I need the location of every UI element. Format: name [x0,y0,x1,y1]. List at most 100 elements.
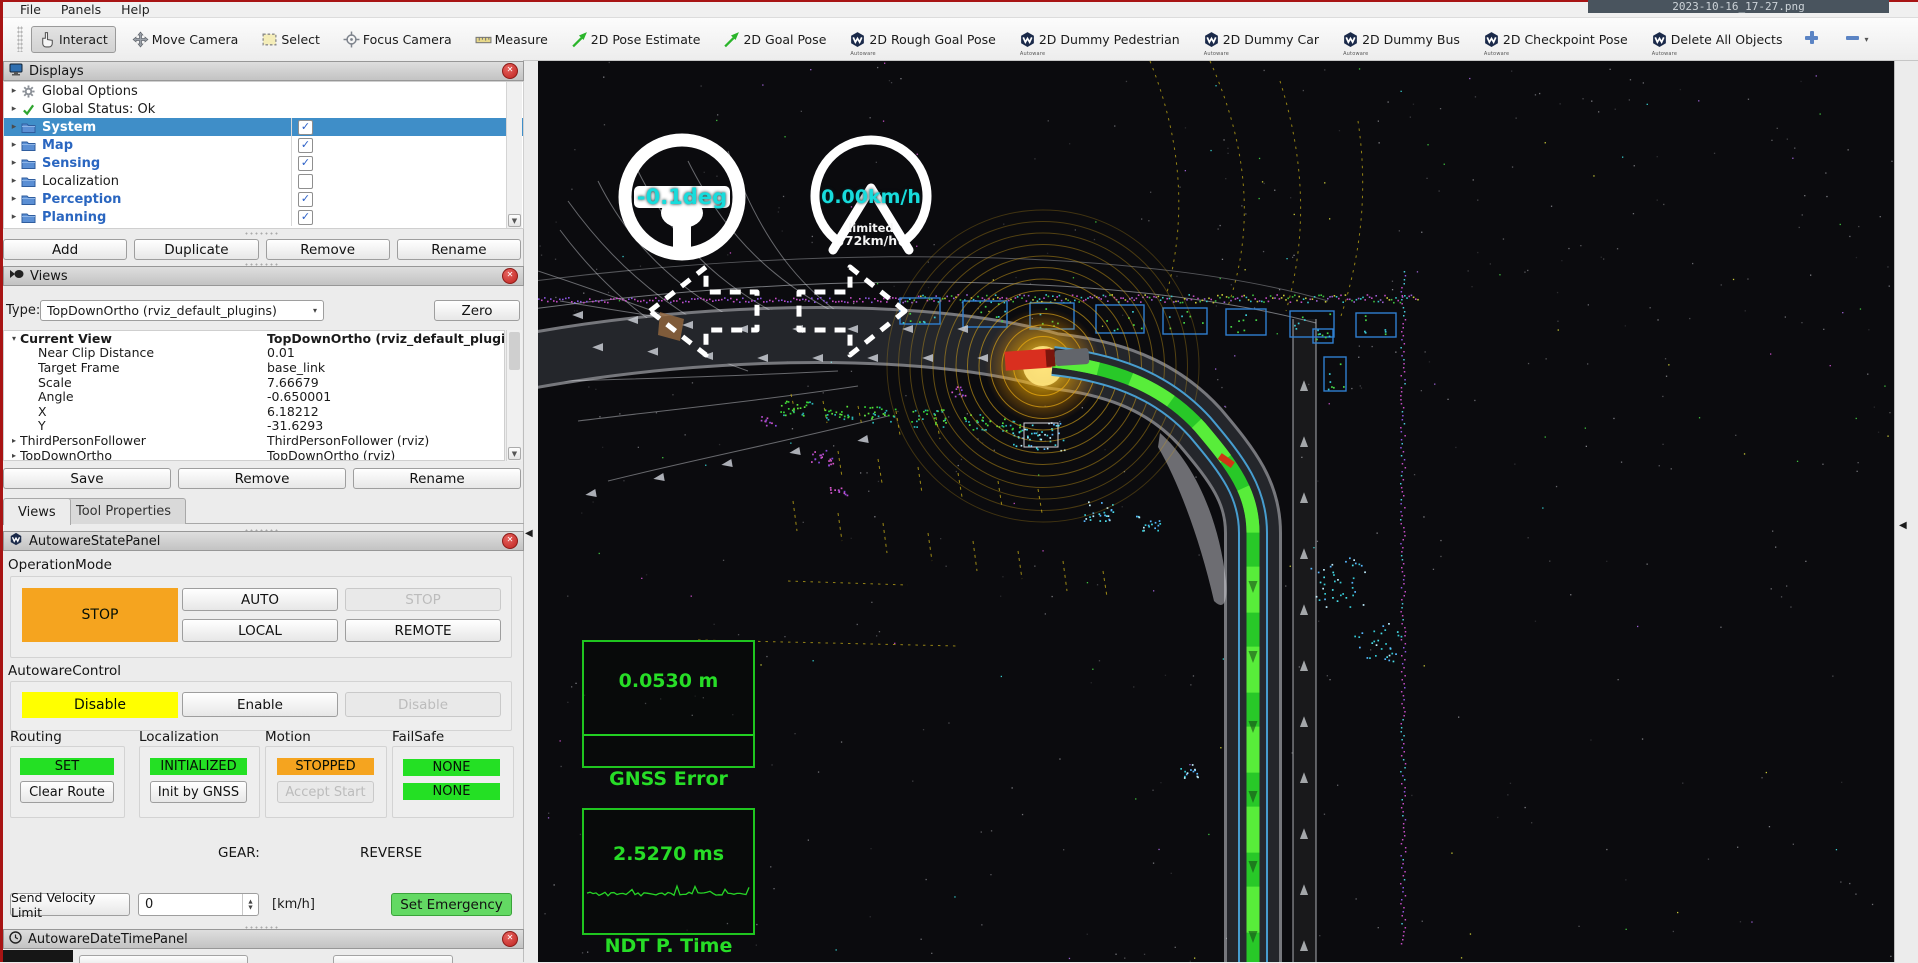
disable-button[interactable]: Disable [345,692,501,717]
add-tool-button[interactable] [1804,30,1819,49]
tool-2d-dummy-bus[interactable]: 2D Dummy BusAutoware [1335,27,1467,52]
expand-arrow-icon[interactable]: ▸ [7,104,21,114]
tool-2d-pose-estimate[interactable]: 2D Pose Estimate [564,27,708,52]
tool-interact[interactable]: Interact [31,26,116,53]
tree-row-localization[interactable]: ▸Localization [4,172,523,190]
property-row-current-view[interactable]: ▾Current ViewTopDownOrtho (rviz_default_… [4,331,504,346]
toolbar-drag-handle[interactable] [17,26,23,52]
auto-button[interactable]: AUTO [182,588,338,611]
view-type-dropdown[interactable]: TopDownOrtho (rviz_default_plugins) ▾ [40,300,324,321]
set-emergency-button[interactable]: Set Emergency [391,893,512,916]
scroll-down-icon[interactable]: ▼ [508,447,521,460]
toolbar-overflow-icon[interactable]: ▾ [1864,35,1868,44]
clear-route-button[interactable]: Clear Route [20,781,114,803]
add-button[interactable]: Add [3,239,127,260]
menu-panels[interactable]: Panels [52,2,110,17]
tool-2d-goal-pose[interactable]: 2D Goal Pose [716,27,833,52]
menu-file[interactable]: File [11,2,50,17]
tool-label: Focus Camera [363,32,452,47]
stop-button[interactable]: STOP [345,588,501,611]
spinner-arrows-icon[interactable]: ▲▼ [242,894,258,915]
views-close-icon[interactable]: ✕ [502,268,518,284]
tool-delete-all-objects[interactable]: Delete All ObjectsAutoware [1644,27,1790,52]
tree-row-planning[interactable]: ▸Planning✓ [4,208,523,226]
tree-row-system[interactable]: ▸System✓ [4,118,523,136]
tree-row-global-status-ok[interactable]: ▸Global Status: Ok [4,100,523,118]
ruler-icon [475,31,492,48]
tree-row-perception[interactable]: ▸Perception✓ [4,190,523,208]
property-row-x[interactable]: X6.18212 [4,404,504,419]
expand-arrow-icon[interactable]: ▸ [7,86,21,96]
expand-arrow-icon[interactable]: ▸ [7,140,21,150]
init-by-gnss-button[interactable]: Init by GNSS [150,781,247,803]
checkbox-checked-icon[interactable]: ✓ [298,156,313,171]
tree-row-global-options[interactable]: ▸Global Options [4,82,523,100]
expand-arrow-icon[interactable]: ▸ [7,158,21,168]
tool-focus-camera[interactable]: Focus Camera [336,27,459,52]
remove-button[interactable]: Remove [266,239,390,260]
checkbox-checked-icon[interactable]: ✓ [298,138,313,153]
menu-help[interactable]: Help [112,2,159,17]
send-velocity-limit-button[interactable]: Send Velocity Limit [10,893,130,916]
splitter-handle[interactable] [244,231,280,236]
tree-row-sensing[interactable]: ▸Sensing✓ [4,154,523,172]
state-panel-header[interactable]: AutowareStatePanel ✕ [3,531,524,551]
tool-2d-dummy-pedestrian[interactable]: 2D Dummy PedestrianAutoware [1012,27,1187,52]
enable-button[interactable]: Enable [182,692,338,717]
property-name: Target Frame [38,360,120,375]
panel-collapse-right-icon[interactable]: ◀ [1899,520,1907,531]
checkbox-checked-icon[interactable]: ✓ [298,210,313,225]
tool-2d-dummy-car[interactable]: 2D Dummy CarAutoware [1196,27,1326,52]
tool-2d-checkpoint-pose[interactable]: 2D Checkpoint PoseAutoware [1476,27,1635,52]
tab-tool-properties[interactable]: Tool Properties [61,498,186,524]
tool-select[interactable]: Select [254,27,327,52]
expand-arrow-icon[interactable]: ▸ [7,212,21,222]
rename-button[interactable]: Rename [397,239,521,260]
property-row-angle[interactable]: Angle-0.650001 [4,389,504,404]
datetime-panel-title: AutowareDateTimePanel [28,932,496,947]
zero-button[interactable]: Zero [434,300,520,321]
views-remove-button[interactable]: Remove [178,468,346,489]
accept-start-button[interactable]: Accept Start [277,781,374,803]
scrollbar-thumb[interactable] [509,332,520,370]
views-save-button[interactable]: Save [3,468,171,489]
displays-panel-header[interactable]: Displays ✕ [3,61,524,81]
property-row-target-frame[interactable]: Target Framebase_link [4,360,504,375]
view-properties-grid[interactable]: ▾Current ViewTopDownOrtho (rviz_default_… [3,330,505,461]
autoware-icon [1342,31,1359,48]
velocity-limit-spinner[interactable]: 0 ▲▼ [138,893,259,916]
property-row-near-clip-distance[interactable]: Near Clip Distance0.01 [4,346,504,361]
displays-scrollbar[interactable]: ▼ [506,82,522,228]
expand-arrow-icon[interactable]: ▸ [7,176,21,186]
scroll-down-icon[interactable]: ▼ [508,214,521,227]
state-panel-close-icon[interactable]: ✕ [502,533,518,549]
expand-arrow-icon[interactable]: ▸ [7,122,21,132]
property-row-y[interactable]: Y-31.6293 [4,419,504,434]
remove-tool-button[interactable]: ▾ [1845,30,1868,49]
checkbox-checked-icon[interactable]: ✓ [298,120,313,135]
local-button[interactable]: LOCAL [182,619,338,642]
remote-button[interactable]: REMOTE [345,619,501,642]
property-row-topdownortho[interactable]: ▸TopDownOrthoTopDownOrtho (rviz) [4,448,504,461]
checkbox-checked-icon[interactable]: ✓ [298,192,313,207]
expand-arrow-icon[interactable]: ▸ [7,194,21,204]
datetime-panel-header[interactable]: AutowareDateTimePanel ✕ [3,929,524,949]
views-scrollbar[interactable]: ▼ [506,330,522,461]
duplicate-button[interactable]: Duplicate [134,239,258,260]
tab-views[interactable]: Views [3,498,71,525]
datetime-close-icon[interactable]: ✕ [502,931,518,947]
displays-close-icon[interactable]: ✕ [502,63,518,79]
displays-tree[interactable]: ▸Global Options▸Global Status: Ok▸System… [3,81,524,229]
property-value: 0.01 [267,345,295,360]
views-panel-header[interactable]: Views ✕ [3,266,524,286]
tool-label: 2D Goal Pose [743,32,826,47]
tool-move-camera[interactable]: Move Camera [125,27,246,52]
tool-measure[interactable]: Measure [468,27,555,52]
tool-2d-rough-goal-pose[interactable]: 2D Rough Goal PoseAutoware [842,27,1002,52]
panel-collapse-left-icon[interactable]: ◀ [525,528,533,539]
property-row-scale[interactable]: Scale7.66679 [4,375,504,390]
views-rename-button[interactable]: Rename [353,468,521,489]
tree-row-map[interactable]: ▸Map✓ [4,136,523,154]
checkbox-unchecked-icon[interactable] [298,174,313,189]
property-row-thirdpersonfollower[interactable]: ▸ThirdPersonFollowerThirdPersonFollower … [4,433,504,448]
